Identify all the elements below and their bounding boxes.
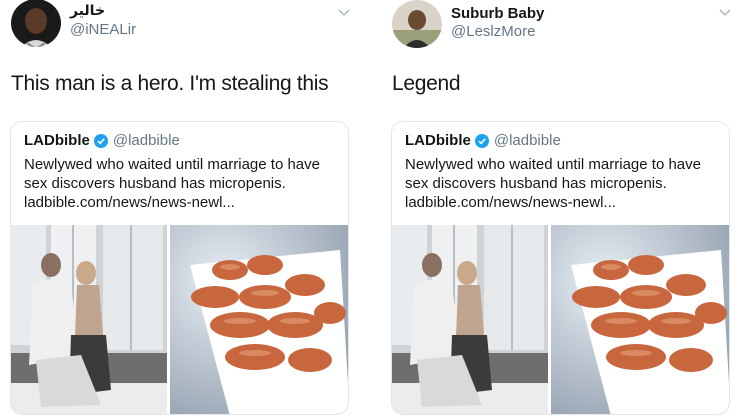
quoted-tweet-media[interactable] xyxy=(11,225,348,414)
couple-photo xyxy=(392,225,548,414)
user-handle[interactable]: @iNEALir xyxy=(70,21,136,38)
quoted-tweet-header: LADbible @ladbible xyxy=(24,132,180,149)
quoted-tweet-card[interactable]: LADbible @ladbible Newlywed who waited u… xyxy=(10,121,349,415)
quoted-tweet-text: Newlywed who waited until marriage to ha… xyxy=(24,156,320,192)
display-name[interactable]: خالير xyxy=(70,2,105,19)
chevron-down-icon[interactable] xyxy=(337,8,351,18)
chevron-down-icon[interactable] xyxy=(718,8,732,18)
quoted-tweet-media[interactable] xyxy=(392,225,729,414)
quoted-handle: @ladbible xyxy=(493,132,561,149)
quoted-tweet-text: Newlywed who waited until marriage to ha… xyxy=(405,156,701,192)
tweet-2: Suburb Baby @LeslzMore Legend LADbible @… xyxy=(373,0,745,419)
user-handle[interactable]: @LeslzMore xyxy=(451,23,535,40)
tweet-text: Legend xyxy=(392,72,461,95)
quoted-tweet-link[interactable]: ladbible.com/news/news-newl... xyxy=(24,194,235,211)
quoted-display-name: LADbible xyxy=(24,132,90,149)
sausages-photo xyxy=(551,225,729,414)
avatar[interactable] xyxy=(11,0,61,47)
quoted-handle: @ladbible xyxy=(112,132,180,149)
quoted-tweet-header: LADbible @ladbible xyxy=(405,132,561,149)
quoted-display-name: LADbible xyxy=(405,132,471,149)
verified-badge-icon xyxy=(93,133,108,148)
quoted-tweet-link[interactable]: ladbible.com/news/news-newl... xyxy=(405,194,616,211)
verified-badge-icon xyxy=(474,133,489,148)
sausages-photo xyxy=(170,225,348,414)
quoted-tweet-card[interactable]: LADbible @ladbible Newlywed who waited u… xyxy=(391,121,730,415)
tweet-text: This man is a hero. I'm stealing this xyxy=(11,72,329,95)
tweet-1: خالير @iNEALir This man is a hero. I'm s… xyxy=(0,0,372,419)
avatar[interactable] xyxy=(392,0,442,48)
display-name[interactable]: Suburb Baby xyxy=(451,5,544,22)
couple-photo xyxy=(11,225,167,414)
